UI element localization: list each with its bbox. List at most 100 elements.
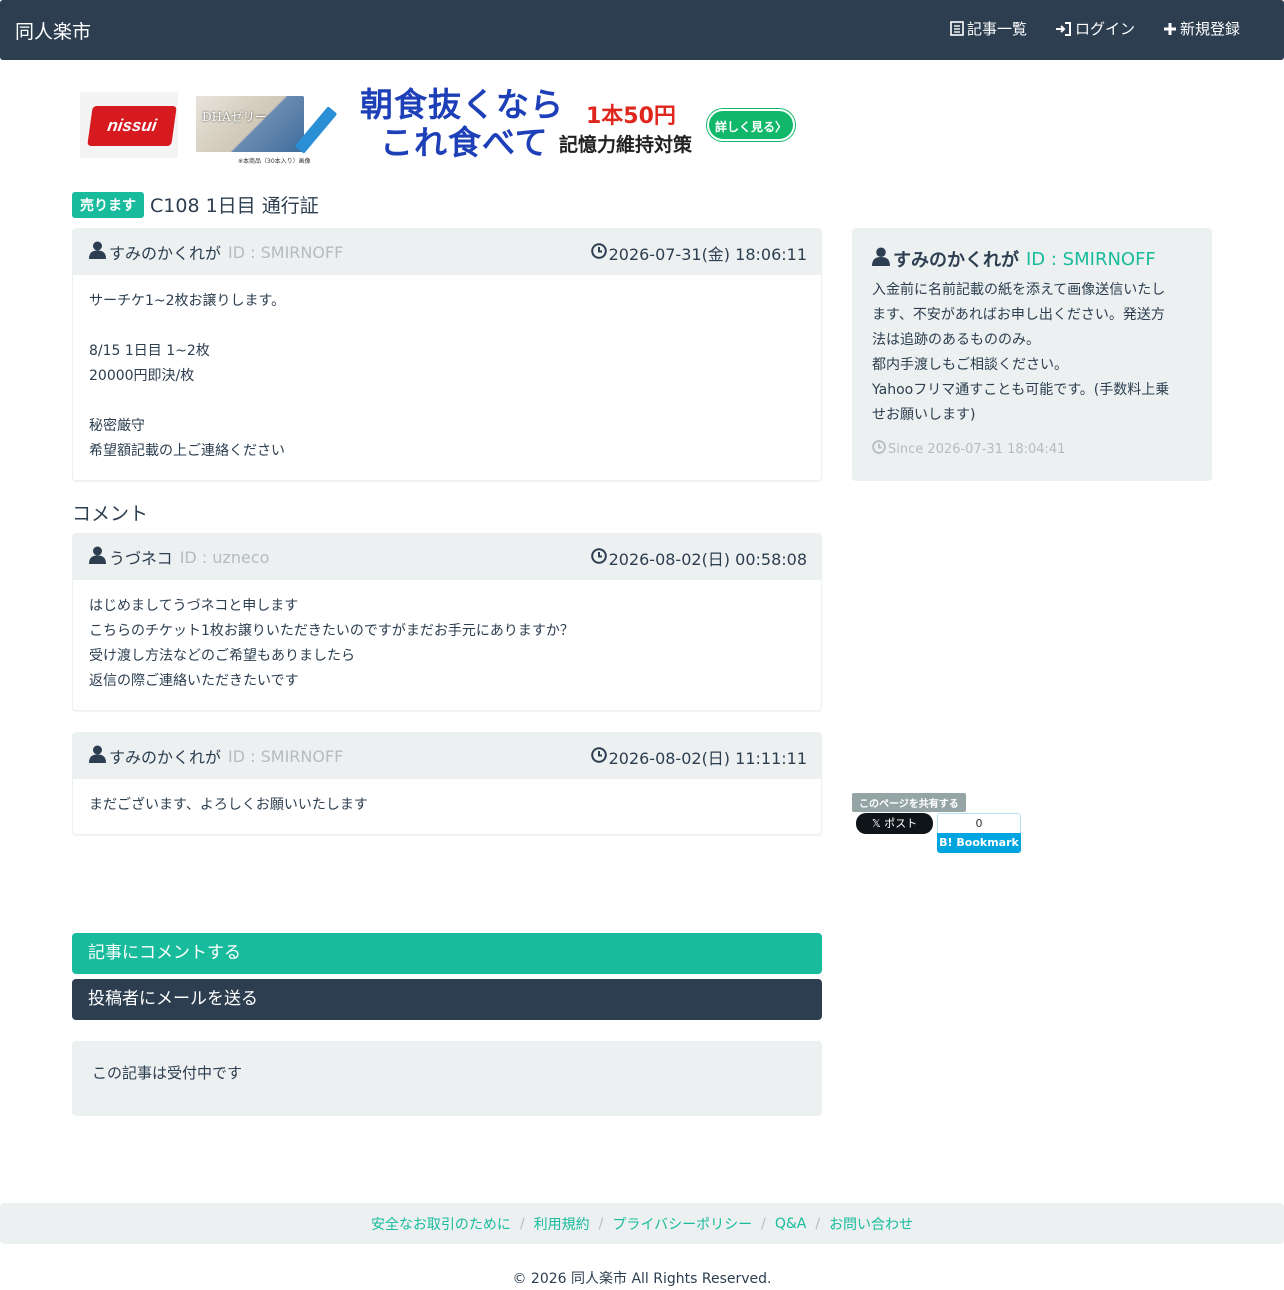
ad-headline: 朝食抜くなら これ食べて	[360, 86, 564, 162]
clock-icon	[872, 440, 886, 458]
comment-panel: うづネコ ID : uzneco 2026-08-02(日) 00:58:08 …	[72, 533, 822, 711]
comment-header: すみのかくれが ID : SMIRNOFF 2026-08-02(日) 11:1…	[73, 733, 821, 779]
since-date: Since 2026-07-31 18:04:41	[888, 441, 1066, 457]
footer-separator: /	[598, 1215, 604, 1232]
ad-product-text: DHAゼリー	[202, 110, 267, 124]
ad-brand-logo: nissui	[80, 92, 178, 158]
profile-name[interactable]: すみのかくれが	[893, 246, 1019, 272]
site-brand[interactable]: 同人楽市	[15, 17, 91, 44]
post-author: すみのかくれが ID : SMIRNOFF	[89, 240, 343, 264]
author-name[interactable]: すみのかくれが	[109, 744, 221, 768]
nav-label: ログイン	[1074, 20, 1135, 38]
nav-article-list[interactable]: 記事一覧	[950, 18, 1027, 39]
ad-subcopy: 記憶力維持対策	[559, 134, 693, 156]
ad-cta-button[interactable]: 詳しく見る〉	[707, 109, 795, 141]
hatena-label: B! Bookmark	[937, 833, 1021, 853]
footer-separator: /	[815, 1215, 821, 1232]
author-name[interactable]: うづネコ	[109, 545, 173, 569]
comment-line: こちらのチケット1枚お譲りいただきたいのですがまだお手元にありますか？	[89, 623, 574, 639]
footer-link-safety[interactable]: 安全なお取引のために	[371, 1214, 511, 1234]
footer-link-contact[interactable]: お問い合わせ	[829, 1214, 913, 1234]
bio-line: 入金前に名前記載の紙を添えて画像送信いたし	[872, 282, 1166, 298]
comments-heading: コメント	[72, 503, 149, 525]
comment-timestamp: 2026-08-02(日) 00:58:08	[590, 546, 807, 570]
profile-bio: 入金前に名前記載の紙を添えて画像送信いたし ます、不安があればお申し出ください。…	[872, 278, 1192, 428]
status-message: この記事は受付中です	[72, 1041, 822, 1116]
sell-badge: 売ります	[72, 191, 144, 218]
hatena-count: 0	[937, 813, 1021, 833]
footer-link-terms[interactable]: 利用規約	[534, 1214, 590, 1234]
author-profile-card: すみのかくれが ID : SMIRNOFF 入金前に名前記載の紙を添えて画像送信…	[852, 228, 1212, 481]
comment-line: はじめましてうづネコと申します	[89, 598, 299, 614]
ad-price: 1本50円	[586, 104, 676, 129]
post-date: 2026-07-31(金) 18:06:11	[608, 245, 807, 264]
clock-icon	[590, 243, 607, 263]
author-name[interactable]: すみのかくれが	[109, 240, 221, 264]
footer-link-privacy[interactable]: プライバシーポリシー	[612, 1214, 752, 1234]
login-icon	[1055, 21, 1072, 36]
post-panel-header: すみのかくれが ID : SMIRNOFF 2026-07-31(金) 18:0…	[73, 229, 821, 275]
post-line: 希望額記載の上ご連絡ください	[89, 443, 285, 459]
profile-id: ID : SMIRNOFF	[1026, 248, 1156, 270]
profile-since: Since 2026-07-31 18:04:41	[872, 440, 1192, 458]
comment-date: 2026-08-02(日) 11:11:11	[608, 749, 807, 768]
user-icon	[872, 247, 890, 271]
post-line: 8/15 1日目 1~2枚	[89, 343, 210, 359]
ad-headline-line1: 朝食抜くなら	[360, 85, 564, 124]
user-icon	[89, 745, 106, 767]
x-post-button[interactable]: 𝕏 ポスト	[856, 813, 933, 834]
comment-timestamp: 2026-08-02(日) 11:11:11	[590, 745, 807, 769]
clock-icon	[590, 747, 607, 767]
share-label: このページを共有する	[852, 793, 966, 812]
nav-menu: 記事一覧 ログイン 新規登録	[950, 18, 1240, 39]
ad-headline-line2: これ食べて	[380, 123, 549, 162]
comment-body: まだございます、よろしくお願いいたします	[73, 779, 821, 832]
comment-line: まだございます、よろしくお願いいたします	[89, 797, 368, 813]
copyright: © 2026 同人楽市 All Rights Reserved.	[512, 1271, 772, 1287]
profile-name-row: すみのかくれが ID : SMIRNOFF	[872, 246, 1192, 272]
author-id: ID : SMIRNOFF	[228, 746, 344, 766]
mail-author-button[interactable]: 投稿者にメールを送る	[72, 979, 822, 1020]
post-timestamp: 2026-07-31(金) 18:06:11	[590, 241, 807, 265]
post-panel: すみのかくれが ID : SMIRNOFF 2026-07-31(金) 18:0…	[72, 228, 822, 481]
footer-separator: /	[761, 1215, 766, 1232]
ad-product-image: DHAゼリー	[196, 96, 304, 152]
post-body: サーチケ1~2枚お譲りします。 8/15 1日目 1~2枚 20000円即決/枚…	[73, 275, 821, 478]
hatena-bookmark-button[interactable]: 0 B! Bookmark	[937, 813, 1021, 853]
author-id: ID : uzneco	[179, 547, 270, 567]
ad-product-note: ※本商品（30本入り）画像	[238, 158, 311, 165]
comment-author: すみのかくれが ID : SMIRNOFF	[89, 744, 343, 768]
footer-link-faq[interactable]: Q&A	[775, 1216, 807, 1232]
user-icon	[89, 241, 106, 263]
footer-links: 安全なお取引のために / 利用規約 / プライバシーポリシー / Q&A / お…	[0, 1203, 1284, 1244]
author-id: ID : SMIRNOFF	[228, 242, 344, 262]
bio-line: 法は追跡のあるもののみ。	[872, 332, 1040, 348]
bio-line: ます、不安があればお申し出ください。発送方	[872, 307, 1165, 323]
post-line: 20000円即決/枚	[89, 368, 195, 384]
nav-register[interactable]: 新規登録	[1163, 18, 1240, 39]
bio-line: Yahooフリマ通すことも可能です。(手数料上乗	[872, 382, 1170, 398]
post-title-row: 売ります C108 1日目 通行証	[72, 191, 319, 218]
nav-login[interactable]: ログイン	[1055, 18, 1135, 39]
nav-label: 新規登録	[1179, 20, 1240, 38]
plus-icon	[1163, 22, 1177, 36]
bio-line: せお願いします)	[872, 407, 976, 423]
comment-line: 受け渡し方法などのご希望もありましたら	[89, 648, 355, 664]
ad-banner[interactable]: nissui DHAゼリー ※本商品（30本入り）画像 朝食抜くなら これ食べて…	[78, 86, 798, 166]
comment-button[interactable]: 記事にコメントする	[72, 933, 822, 974]
comment-panel: すみのかくれが ID : SMIRNOFF 2026-08-02(日) 11:1…	[72, 732, 822, 835]
clock-icon	[590, 548, 607, 568]
comment-line: 返信の際ご連絡いただきたいです	[89, 673, 299, 689]
navbar: 同人楽市 記事一覧 ログイン 新規登録	[0, 0, 1284, 60]
ad-logo-text: nissui	[87, 106, 177, 146]
footer-separator: /	[519, 1215, 525, 1232]
post-line: サーチケ1~2枚お譲りします。	[89, 293, 286, 309]
comment-body: はじめましてうづネコと申します こちらのチケット1枚お譲りいただきたいのですがま…	[73, 580, 821, 708]
list-icon	[950, 21, 964, 36]
bio-line: 都内手渡しもご相談ください。	[872, 357, 1068, 373]
comment-date: 2026-08-02(日) 00:58:08	[608, 550, 807, 569]
page-title: C108 1日目 通行証	[150, 195, 319, 217]
nav-label: 記事一覧	[966, 20, 1027, 38]
user-icon	[89, 546, 106, 568]
post-line: 秘密厳守	[89, 418, 145, 434]
